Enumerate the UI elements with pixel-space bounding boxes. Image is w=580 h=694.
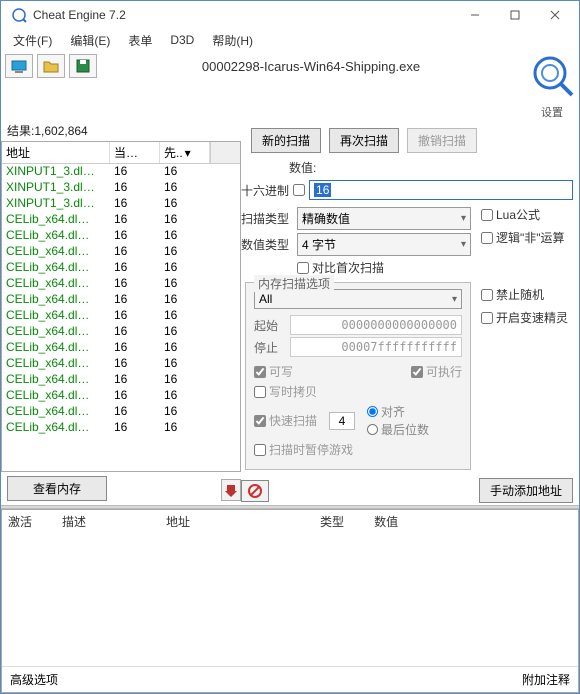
start-label: 起始 [254, 317, 282, 334]
compare-first-scan-checkbox[interactable]: 对比首次扫描 [297, 259, 384, 276]
col-address[interactable]: 地址 [2, 142, 110, 163]
table-row[interactable]: CELib_x64.dl…1616 [2, 388, 240, 404]
table-row[interactable]: CELib_x64.dl…1616 [2, 372, 240, 388]
open-file-button[interactable] [37, 54, 65, 78]
menu-file[interactable]: 文件(F) [5, 30, 60, 51]
not-operator-checkbox[interactable]: 逻辑"非"运算 [481, 229, 571, 246]
close-button[interactable] [535, 3, 575, 27]
fast-scan-value-input[interactable] [329, 412, 355, 430]
table-row[interactable]: CELib_x64.dl…1616 [2, 244, 240, 260]
col-previous[interactable]: 先..▾ [160, 142, 210, 163]
settings-label[interactable]: 设置 [541, 104, 563, 120]
stop-address-input[interactable]: 00007fffffffffff [290, 337, 462, 357]
table-row[interactable]: XINPUT1_3.dl…1616 [2, 180, 240, 196]
col-type[interactable]: 类型 [320, 513, 344, 530]
table-row[interactable]: CELib_x64.dl…1616 [2, 260, 240, 276]
add-to-list-button[interactable] [221, 479, 241, 501]
writable-checkbox[interactable]: 可写 [254, 363, 293, 380]
lua-formula-checkbox[interactable]: Lua公式 [481, 206, 571, 223]
menu-help[interactable]: 帮助(H) [204, 30, 261, 51]
table-row[interactable]: CELib_x64.dl…1616 [2, 292, 240, 308]
scan-type-label: 扫描类型 [241, 210, 293, 227]
hex-label: 十六进制 [241, 182, 289, 199]
menu-edit[interactable]: 编辑(E) [62, 30, 118, 51]
table-row[interactable]: CELib_x64.dl…1616 [2, 212, 240, 228]
save-button[interactable] [69, 54, 97, 78]
col-description[interactable]: 描述 [62, 513, 86, 530]
disable-random-checkbox[interactable]: 禁止随机 [481, 286, 571, 303]
start-address-input[interactable]: 0000000000000000 [290, 315, 462, 335]
memory-region-select[interactable]: All▾ [254, 289, 462, 309]
clear-button[interactable] [241, 480, 269, 502]
app-icon [11, 7, 27, 23]
col-value[interactable]: 数值 [374, 513, 398, 530]
speedhack-checkbox[interactable]: 开启变速精灵 [481, 309, 571, 326]
attach-comment-button[interactable]: 附加注释 [522, 671, 570, 688]
stop-label: 停止 [254, 339, 282, 356]
col-current[interactable]: 当… [110, 142, 160, 163]
pause-game-checkbox[interactable]: 扫描时暂停游戏 [254, 441, 353, 458]
table-row[interactable]: CELib_x64.dl…1616 [2, 356, 240, 372]
last-digits-radio[interactable]: 最后位数 [367, 421, 429, 438]
table-row[interactable]: XINPUT1_3.dl…1616 [2, 196, 240, 212]
value-type-label: 数值类型 [241, 236, 293, 253]
scan-type-select[interactable]: 精确数值▾ [297, 207, 471, 230]
table-row[interactable]: CELib_x64.dl…1616 [2, 308, 240, 324]
new-scan-button[interactable]: 新的扫描 [251, 128, 321, 153]
results-count-label: 结果:1,602,864 [1, 120, 241, 141]
table-row[interactable]: CELib_x64.dl…1616 [2, 420, 240, 436]
view-memory-button[interactable]: 查看内存 [7, 476, 107, 501]
advanced-options-button[interactable]: 高级选项 [10, 671, 58, 688]
toolbar: 00002298-Icarus-Win64-Shipping.exe [1, 51, 525, 81]
table-row[interactable]: CELib_x64.dl…1616 [2, 276, 240, 292]
add-address-manually-button[interactable]: 手动添加地址 [479, 478, 573, 503]
hex-checkbox[interactable] [293, 184, 305, 196]
next-scan-button[interactable]: 再次扫描 [329, 128, 399, 153]
col-address2[interactable]: 地址 [166, 513, 190, 530]
executable-checkbox[interactable]: 可执行 [411, 363, 462, 380]
copy-on-write-checkbox[interactable]: 写时拷贝 [254, 383, 317, 400]
menubar: 文件(F) 编辑(E) 表单 D3D 帮助(H) [1, 29, 579, 51]
process-name: 00002298-Icarus-Win64-Shipping.exe [101, 59, 521, 74]
align-radio[interactable]: 对齐 [367, 403, 429, 420]
maximize-button[interactable] [495, 3, 535, 27]
fast-scan-checkbox[interactable]: 快速扫描 [254, 412, 317, 429]
menu-d3d[interactable]: D3D [162, 31, 202, 49]
cheat-table[interactable]: 激活 描述 地址 类型 数值 高级选项 附加注释 [1, 509, 579, 693]
value-input[interactable]: 16 [309, 180, 573, 200]
memory-options-title: 内存扫描选项 [254, 275, 334, 292]
table-row[interactable]: XINPUT1_3.dl…1616 [2, 164, 240, 180]
table-row[interactable]: CELib_x64.dl…1616 [2, 404, 240, 420]
minimize-button[interactable] [455, 3, 495, 27]
memory-scan-options-group: 内存扫描选项 All▾ 起始 0000000000000000 停止 00007… [245, 282, 471, 470]
value-label: 数值: [289, 161, 316, 175]
results-table[interactable]: 地址 当… 先..▾ XINPUT1_3.dl…1616XINPUT1_3.dl… [1, 141, 241, 472]
col-active[interactable]: 激活 [8, 513, 32, 530]
table-row[interactable]: CELib_x64.dl…1616 [2, 340, 240, 356]
menu-table[interactable]: 表单 [120, 30, 160, 51]
app-logo-icon[interactable] [528, 51, 576, 102]
window-title: Cheat Engine 7.2 [33, 8, 455, 22]
table-row[interactable]: CELib_x64.dl…1616 [2, 228, 240, 244]
value-type-select[interactable]: 4 字节▾ [297, 233, 471, 256]
table-row[interactable]: CELib_x64.dl…1616 [2, 324, 240, 340]
titlebar: Cheat Engine 7.2 [1, 1, 579, 29]
undo-scan-button[interactable]: 撤销扫描 [407, 128, 477, 153]
select-process-button[interactable] [5, 54, 33, 78]
